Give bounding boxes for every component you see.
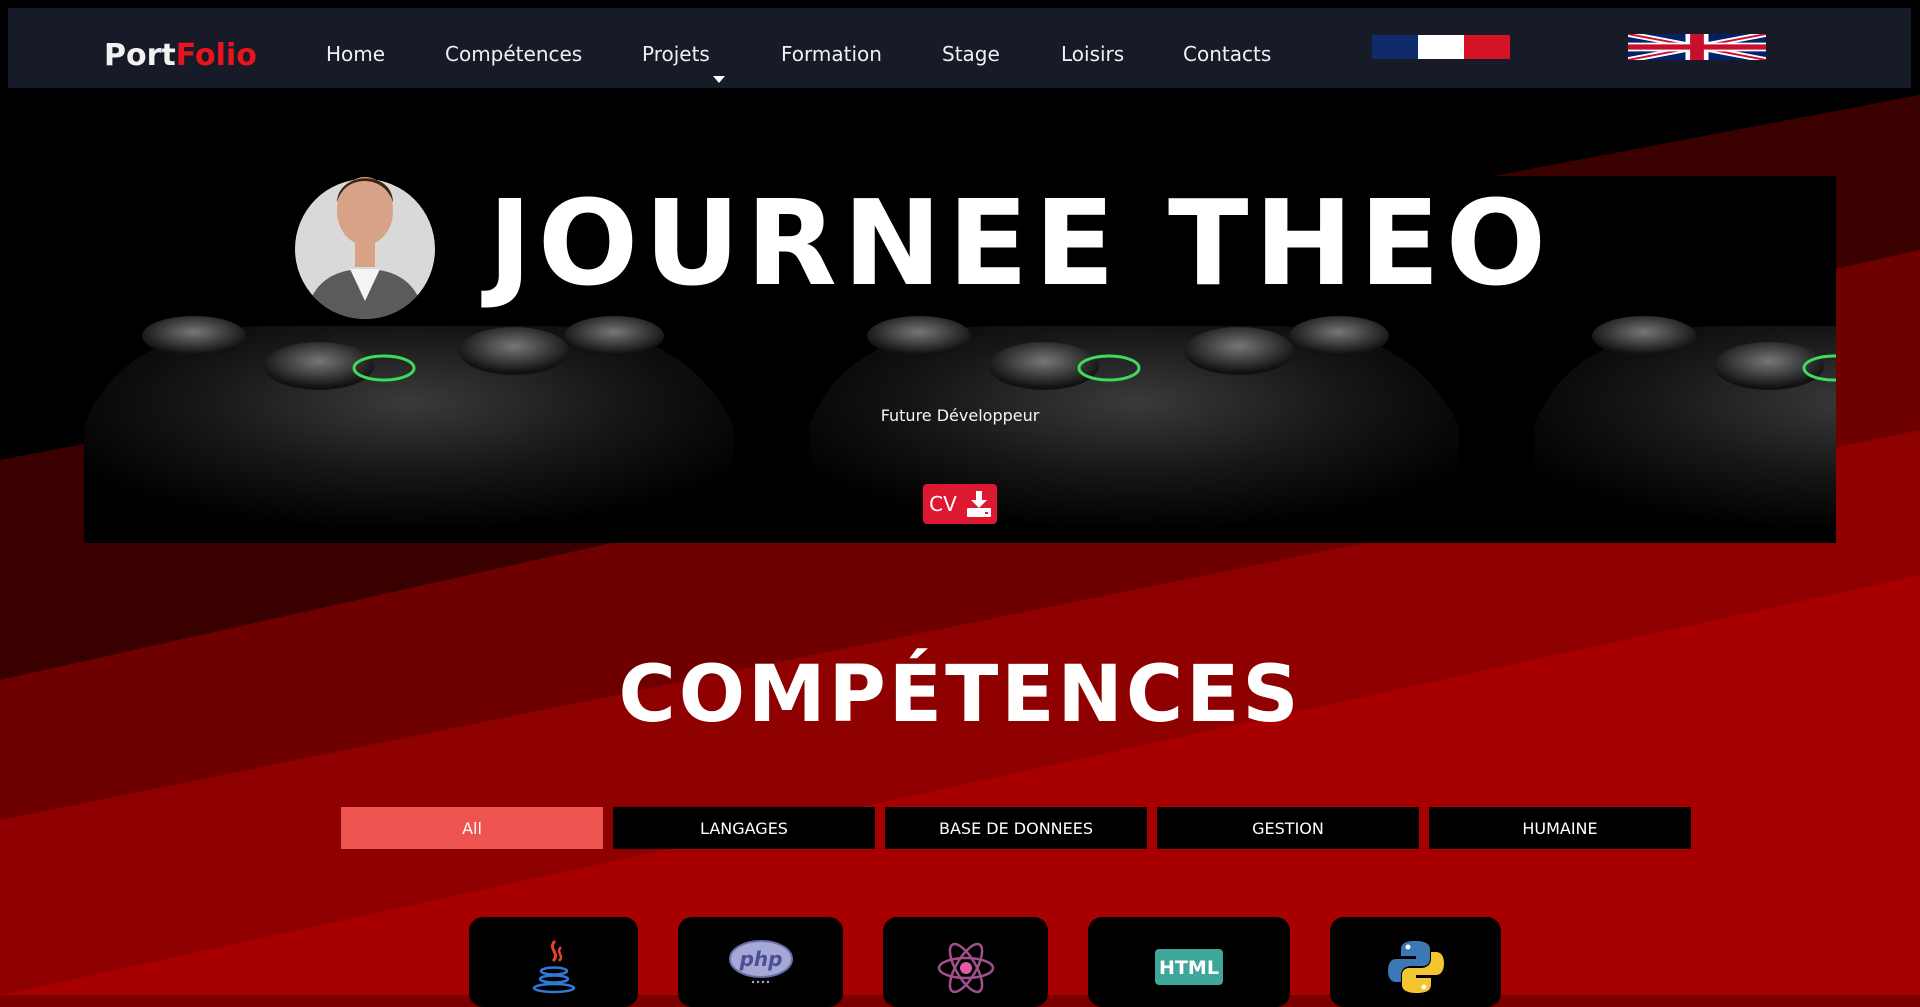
uk-flag-icon[interactable] [1628, 34, 1766, 60]
html-icon-text: HTML [1159, 957, 1219, 979]
brand-part-port: Port [104, 38, 176, 73]
nav-item-loisirs[interactable]: Loisirs [1061, 41, 1124, 67]
nav-item-projets[interactable]: Projets [642, 41, 710, 67]
nav-item-home[interactable]: Home [326, 41, 385, 67]
html-icon: HTML [1155, 949, 1223, 985]
filter-humaine-button[interactable]: HUMAINE [1429, 807, 1691, 849]
filter-gestion-button[interactable]: GESTION [1157, 807, 1419, 849]
nav-item-stage[interactable]: Stage [942, 41, 1000, 67]
skill-card-react[interactable] [883, 917, 1048, 1007]
python-icon [1387, 941, 1444, 993]
nav-item-competences[interactable]: Compétences [445, 41, 582, 67]
react-icon [937, 942, 994, 994]
skill-card-html[interactable]: HTML [1088, 917, 1290, 1007]
download-icon [966, 491, 991, 517]
filter-base-de-donnees-button[interactable]: BASE DE DONNEES [885, 807, 1147, 849]
competences-section-title: COMPÉTENCES [618, 650, 1302, 740]
cv-button-label: CV [929, 492, 957, 516]
nav-item-contacts[interactable]: Contacts [1183, 41, 1271, 67]
projets-dropdown-caret-icon[interactable] [713, 76, 725, 83]
hero-name-title: JOURNEE THEO [488, 174, 1553, 312]
java-icon [532, 939, 575, 994]
skill-card-php[interactable]: php [678, 917, 843, 1007]
nav-item-formation[interactable]: Formation [781, 41, 882, 67]
php-icon-text: php [738, 947, 782, 971]
brand-part-folio: Folio [175, 38, 257, 73]
skill-cards: php HTML [0, 917, 1920, 1007]
skill-card-java[interactable] [469, 917, 638, 1007]
navbar: PortFolio Home Compétences Projets Forma… [8, 8, 1911, 88]
php-icon: php [728, 940, 793, 984]
hero-subtitle: Future Développeur [880, 406, 1040, 425]
fr-flag-icon[interactable] [1372, 35, 1510, 59]
skill-card-python[interactable] [1330, 917, 1501, 1007]
filter-all-button[interactable]: All [341, 807, 603, 849]
cv-download-button[interactable]: CV [923, 484, 997, 524]
filter-langages-button[interactable]: LANGAGES [613, 807, 875, 849]
skill-filter-bar: All LANGAGES BASE DE DONNEES GESTION HUM… [341, 807, 1691, 849]
profile-avatar [295, 177, 435, 319]
brand-logo[interactable]: PortFolio [104, 38, 257, 74]
